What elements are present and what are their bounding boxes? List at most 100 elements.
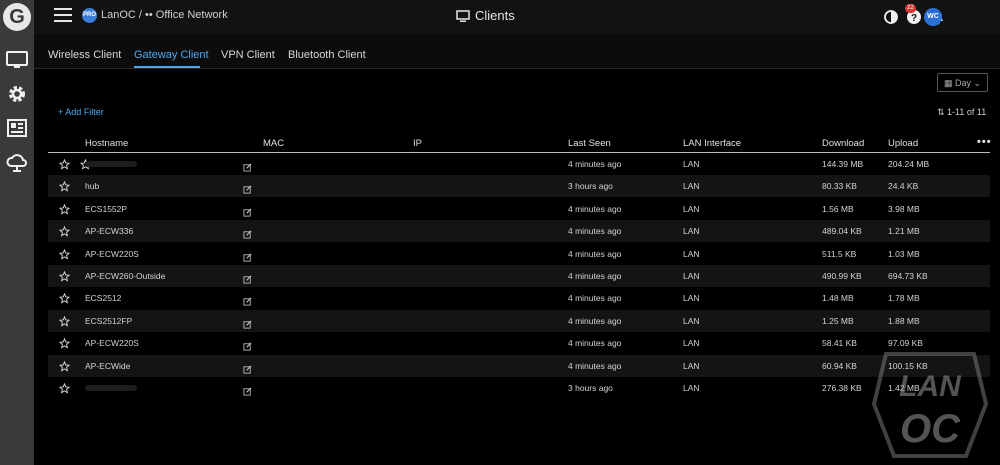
svg-text:OC: OC [900, 407, 961, 451]
cell-download: 511.5 KB [822, 248, 857, 259]
tab-gateway-client[interactable]: Gateway Client [134, 49, 209, 61]
table-row[interactable]: ECS2512 4 minutes ago LAN 1.48 MB 1.78 MB [48, 287, 990, 309]
cell-hostname[interactable]: ECS1552P [85, 204, 127, 214]
edit-icon[interactable] [243, 293, 252, 306]
column-lan-interface[interactable]: LAN Interface [683, 138, 741, 149]
column-mac[interactable]: MAC [263, 138, 284, 149]
add-filter-button[interactable]: + Add Filter [58, 107, 104, 117]
tab-wireless-client[interactable]: Wireless Client [48, 49, 121, 61]
cloud-network-icon[interactable] [5, 150, 29, 174]
cell-last-seen: 4 minutes ago [568, 293, 622, 304]
table-row[interactable]: hub 3 hours ago LAN 80.33 KB 24.4 KB [48, 175, 990, 198]
cell-last-seen: 4 minutes ago [568, 315, 622, 326]
cell-last-seen: 4 minutes ago [568, 248, 622, 259]
cell-hostname[interactable]: AP-ECWide [85, 361, 130, 371]
pagination-info[interactable]: ⇅ 1-11 of 11 [937, 107, 986, 118]
table-row[interactable]: AP-ECW220S 4 minutes ago LAN 511.5 KB 1.03 M… [48, 243, 990, 265]
cell-hostname[interactable]: ECS2512FP [85, 316, 132, 326]
table-row[interactable]: ECS1552P 4 minutes ago LAN 1.56 MB 3.98 MB [48, 198, 990, 220]
svg-text:?: ? [911, 13, 917, 24]
avatar[interactable]: WC [924, 8, 942, 26]
dashboard-icon[interactable] [5, 116, 29, 140]
favorite-star-icon[interactable] [58, 336, 71, 349]
cell-upload: 694.73 KB [888, 271, 928, 281]
cell-upload: 1.78 MB [888, 293, 920, 304]
gear-icon[interactable] [5, 82, 29, 106]
favorite-star-icon[interactable] [58, 157, 71, 170]
app-logo[interactable]: G [3, 3, 31, 31]
favorite-star-icon[interactable] [58, 359, 71, 372]
breadcrumb[interactable]: LanOC / •• Office Network [101, 9, 228, 21]
time-range-select[interactable]: ▦ Day ⌄ [937, 73, 988, 92]
table-row[interactable]: AP-ECWide 4 minutes ago LAN 60.94 KB 100.15 … [48, 354, 990, 377]
cell-hostname[interactable]: AP-ECW260-Outside [85, 271, 165, 281]
cell-hostname[interactable]: ECS2512 [85, 293, 121, 303]
cell-upload: 3.98 MB [888, 203, 920, 214]
column-last-seen[interactable]: Last Seen [568, 138, 611, 149]
cell-hostname[interactable]: AP-ECW220S [85, 249, 139, 259]
cell-hostname[interactable]: hub [85, 181, 99, 191]
favorite-star-icon[interactable] [58, 247, 71, 260]
cell-lan-interface: LAN [683, 383, 700, 393]
table-row[interactable]: 3 hours ago LAN 276.38 KB 1.42 MB [48, 377, 990, 399]
edit-icon[interactable] [243, 383, 252, 396]
table-row[interactable]: 4 minutes ago LAN 144.39 MB 204.24 MB [48, 153, 990, 175]
table-row[interactable]: AP-ECW336 4 minutes ago LAN 489.04 KB 1.21 M… [48, 220, 990, 243]
cell-download: 489.04 KB [822, 226, 862, 237]
column-hostname[interactable]: Hostname [85, 138, 128, 149]
page-title-group: Clients [456, 8, 515, 23]
favorite-star-icon[interactable] [58, 314, 71, 327]
page-title: Clients [475, 8, 515, 23]
more-options-button[interactable]: ••• [977, 136, 992, 148]
column-upload[interactable]: Upload [888, 138, 918, 149]
cell-last-seen: 4 minutes ago [568, 203, 622, 214]
edit-icon[interactable] [243, 316, 252, 329]
notification-badge: 22 [905, 4, 916, 13]
cell-lan-interface: LAN [683, 226, 700, 237]
favorite-star-icon[interactable] [58, 179, 71, 192]
cell-lan-interface: LAN [683, 293, 700, 304]
edit-icon[interactable] [243, 271, 252, 284]
edit-icon[interactable] [243, 159, 252, 172]
sidebar: G [0, 0, 34, 465]
edit-icon[interactable] [243, 204, 252, 217]
cell-lan-interface: LAN [683, 248, 700, 259]
cell-last-seen: 4 minutes ago [568, 360, 622, 371]
table-row[interactable]: AP-ECW260-Outside 4 minutes ago LAN 490.99 … [48, 265, 990, 287]
edit-icon[interactable] [243, 361, 252, 374]
edit-icon[interactable] [243, 249, 252, 262]
edit-icon[interactable] [243, 338, 252, 351]
favorite-star-icon[interactable] [58, 291, 71, 304]
favorite-star-icon[interactable] [58, 269, 71, 282]
tab-vpn-client[interactable]: VPN Client [221, 49, 275, 61]
cell-download: 276.38 KB [822, 383, 862, 393]
cell-hostname[interactable]: AP-ECW220S [85, 338, 139, 348]
active-tab-indicator [134, 66, 200, 68]
cell-last-seen: 4 minutes ago [568, 226, 622, 237]
favorite-star-icon[interactable] [58, 381, 71, 394]
cell-lan-interface: LAN [683, 203, 700, 214]
menu-icon[interactable] [54, 8, 72, 22]
cell-upload: 1.21 MB [888, 226, 920, 237]
cell-lan-interface: LAN [683, 315, 700, 326]
monitor-icon[interactable] [5, 48, 29, 72]
top-bar: PRO LanOC / •• Office Network [34, 0, 1000, 34]
cell-download: 1.25 MB [822, 315, 854, 326]
tab-bluetooth-client[interactable]: Bluetooth Client [288, 49, 366, 61]
edit-icon[interactable] [243, 181, 252, 194]
theme-toggle-icon[interactable] [883, 9, 899, 25]
favorite-star-icon[interactable] [58, 202, 71, 215]
column-download[interactable]: Download [822, 138, 864, 149]
cell-download: 490.99 KB [822, 271, 862, 281]
table-row[interactable]: ECS2512FP 4 minutes ago LAN 1.25 MB 1.88 MB [48, 309, 990, 332]
column-ip[interactable]: IP [413, 138, 422, 149]
cell-last-seen: 4 minutes ago [568, 338, 622, 349]
table-row[interactable]: AP-ECW220S 4 minutes ago LAN 58.41 KB 97.09 … [48, 332, 990, 354]
cell-lan-interface: LAN [683, 338, 700, 349]
edit-icon[interactable] [243, 226, 252, 239]
favorite-star-icon[interactable] [58, 224, 71, 237]
cell-hostname[interactable]: AP-ECW336 [85, 226, 133, 236]
cell-lan-interface: LAN [683, 159, 700, 169]
cell-lan-interface: LAN [683, 360, 700, 371]
cell-download: 1.48 MB [822, 293, 854, 304]
